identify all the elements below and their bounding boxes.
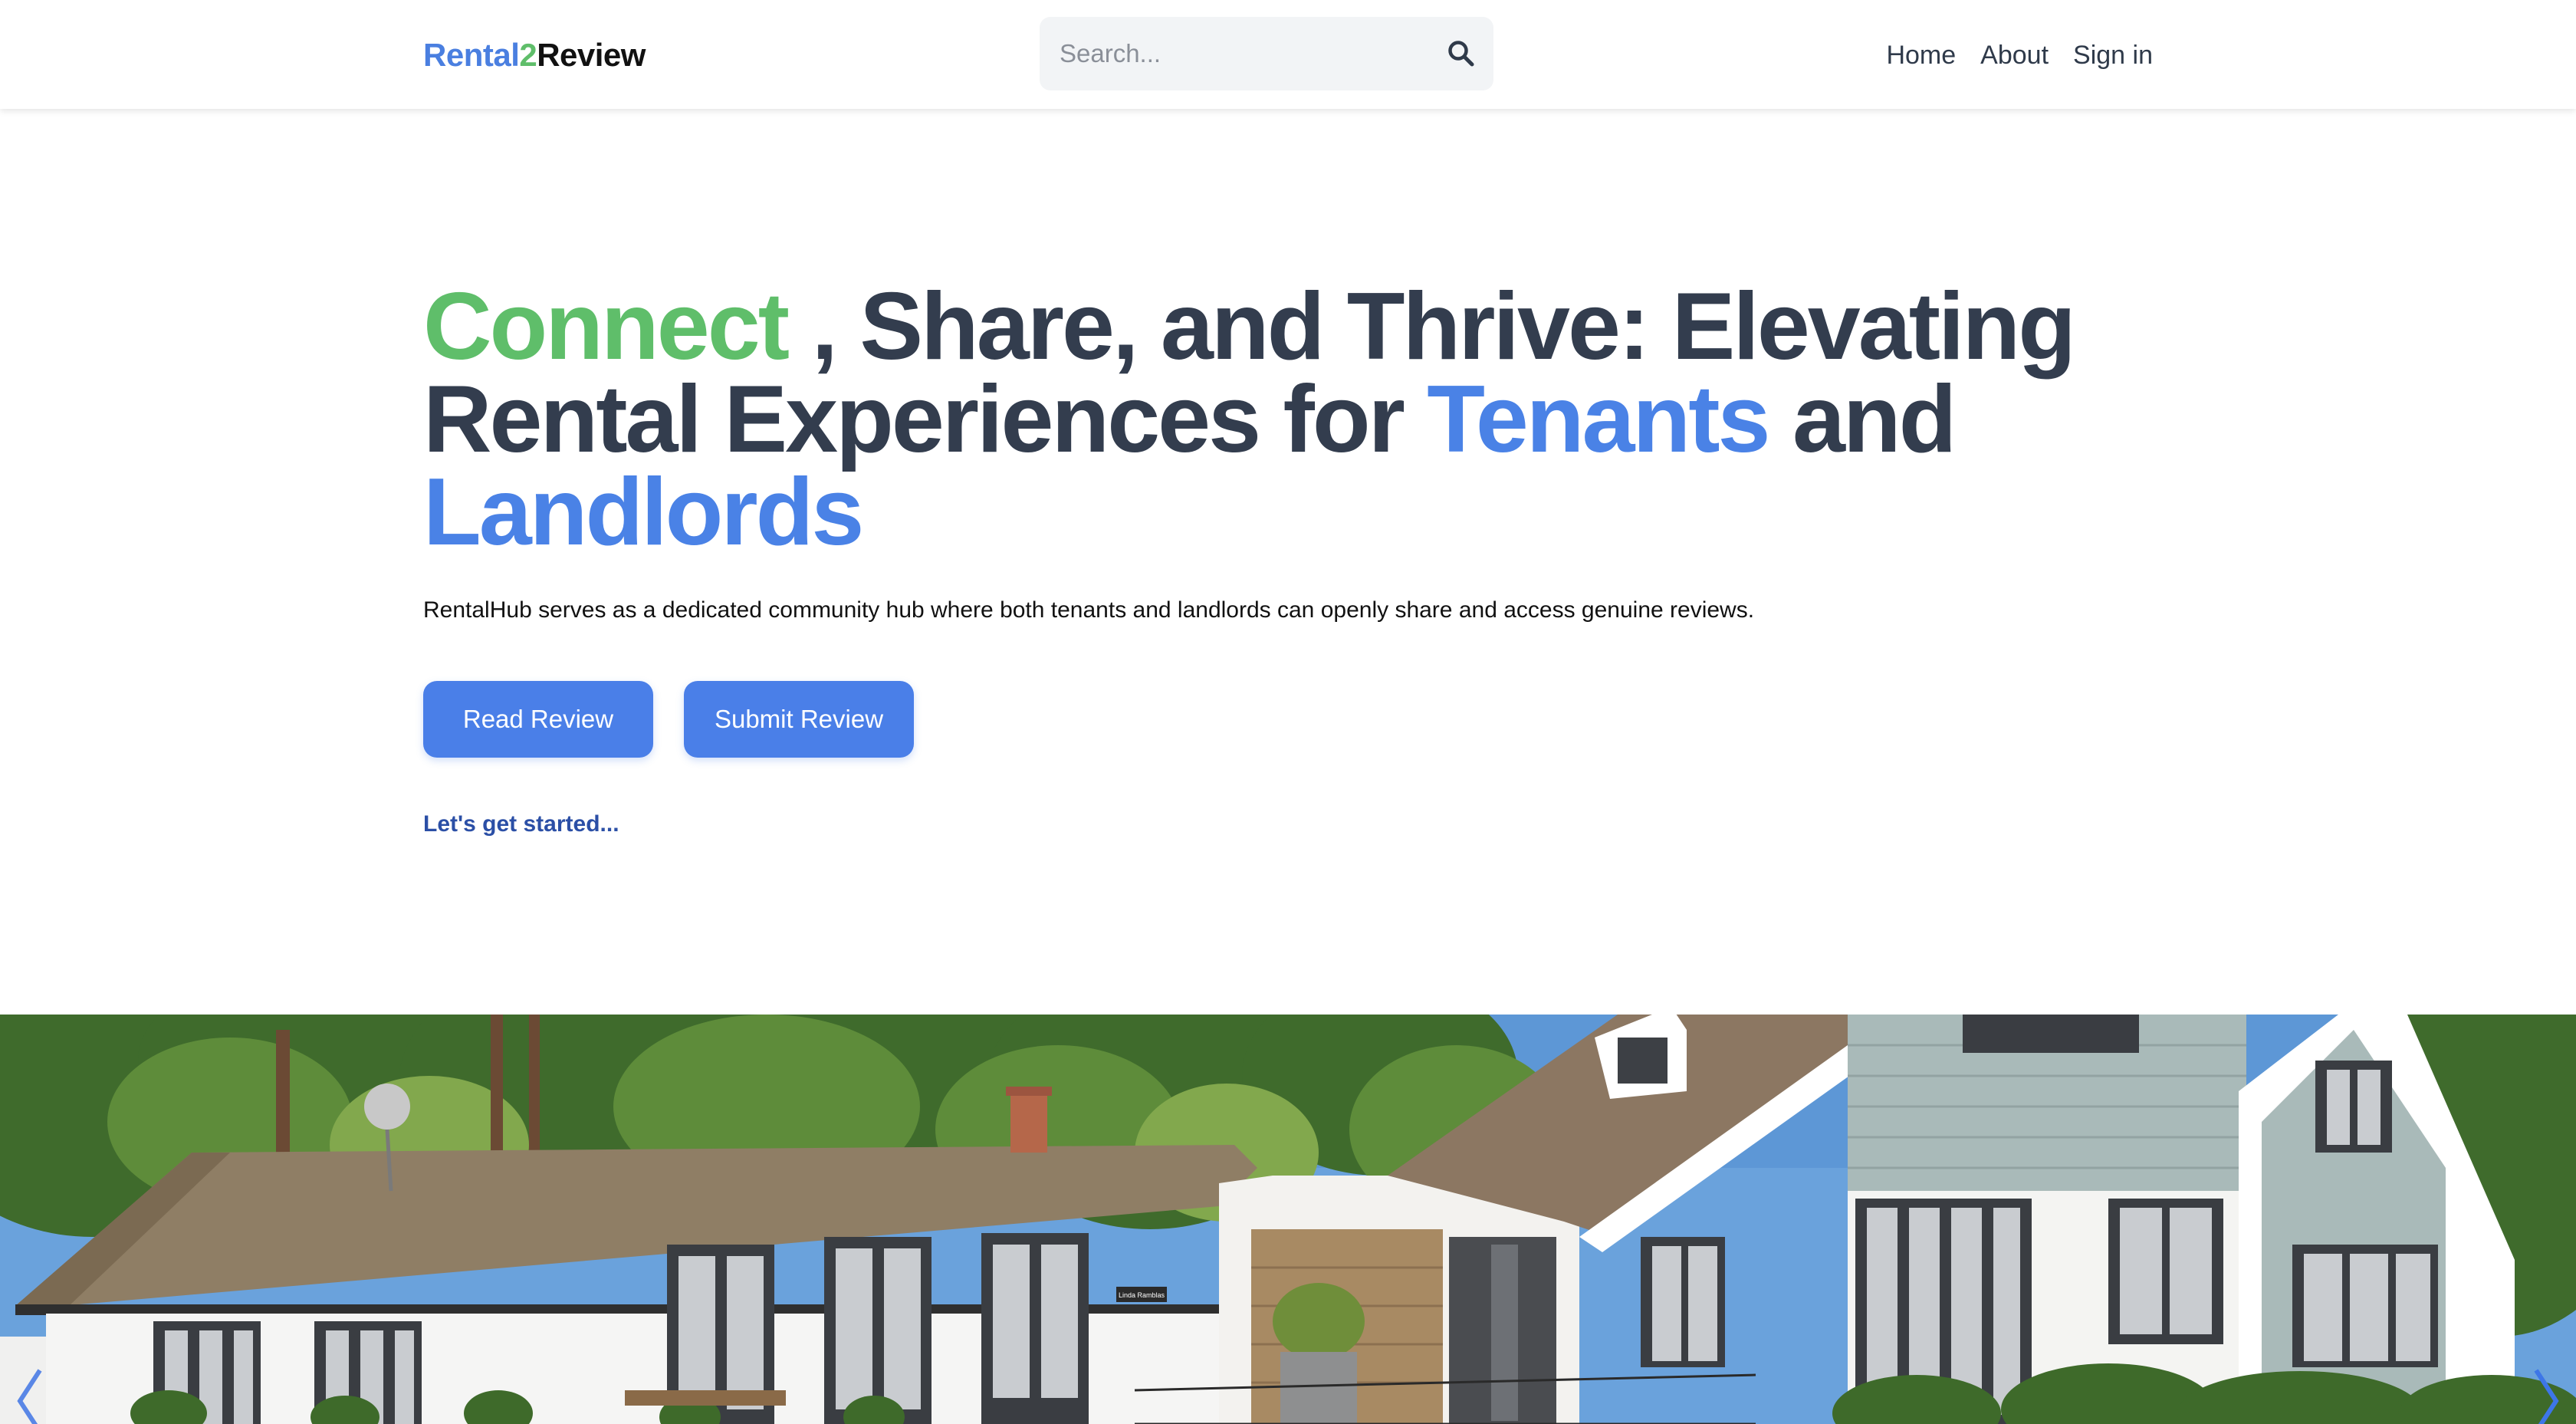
nav-home-link[interactable]: Home (1886, 37, 1956, 74)
house-name-sign: Linda Ramblas (1119, 1291, 1165, 1299)
hero-title-connect: Connect (423, 274, 790, 380)
chevron-left-icon (17, 1369, 42, 1424)
read-review-button[interactable]: Read Review (423, 681, 653, 758)
hero-subtitle: RentalHub serves as a dedicated communit… (423, 597, 1755, 623)
brand-logo-2: 2 (519, 37, 537, 73)
chevron-right-icon (2534, 1369, 2559, 1424)
carousel-next-button[interactable] (2525, 1355, 2571, 1424)
hero-title-tenants: Tenants (1427, 367, 1770, 472)
hero-title-landlords: Landlords (423, 459, 864, 565)
nav-sign-in-link[interactable]: Sign in (2073, 37, 2153, 74)
hero-title-and: and (1768, 367, 1957, 472)
hero-carousel: Linda Ramblas (0, 1015, 2576, 1424)
search-input[interactable] (1058, 17, 1418, 90)
brand-logo-rental: Rental (423, 37, 520, 73)
search-box (1040, 17, 1493, 90)
search-icon[interactable] (1446, 38, 1477, 69)
get-started-link[interactable]: Let's get started... (423, 811, 619, 837)
brand-logo[interactable]: Rental2Review (423, 34, 646, 77)
top-navbar: Rental2Review Home About Sign in (0, 0, 2576, 109)
hero-title: Connect , Share, and Thrive: Elevating R… (423, 279, 2187, 560)
brand-logo-review: Review (537, 37, 646, 73)
main-nav: Home About Sign in (1886, 37, 2153, 74)
submit-review-button[interactable]: Submit Review (684, 681, 914, 758)
carousel-prev-button[interactable] (5, 1355, 51, 1424)
house-photo: Linda Ramblas (0, 1015, 2576, 1424)
nav-about-link[interactable]: About (1980, 37, 2049, 74)
